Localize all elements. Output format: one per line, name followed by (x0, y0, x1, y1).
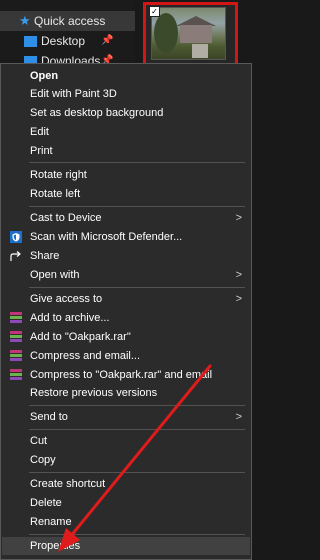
menu-item-label: Scan with Microsoft Defender... (30, 231, 183, 243)
menu-item-edit[interactable]: Edit (2, 123, 250, 141)
star-icon: ★ (19, 13, 31, 28)
selection-checkbox[interactable]: ✓ (149, 6, 160, 17)
menu-item-rotate-left[interactable]: Rotate left (2, 185, 250, 203)
nav-item-label: Quick access (34, 14, 106, 28)
winrar-icon (10, 331, 22, 343)
menu-item-label: Share (30, 250, 60, 262)
menu-item-label: Rename (30, 516, 72, 528)
menu-item-label: Give access to (30, 293, 103, 305)
menu-separator (29, 405, 245, 406)
menu-item-delete[interactable]: Delete (2, 494, 250, 512)
menu-item-label: Edit with Paint 3D (30, 88, 117, 100)
menu-item-label: Compress and email... (30, 350, 141, 362)
menu-item-rotate-right[interactable]: Rotate right (2, 166, 250, 184)
menu-item-share[interactable]: Share (2, 247, 250, 265)
menu-item-open-with[interactable]: Open with > (2, 266, 250, 284)
thumbnail-tree-shape (154, 13, 178, 53)
menu-item-label: Restore previous versions (30, 387, 158, 399)
menu-item-create-shortcut[interactable]: Create shortcut (2, 475, 250, 493)
menu-item-add-to-archive[interactable]: Add to archive... (2, 309, 250, 327)
menu-item-label: Properties (30, 540, 81, 552)
menu-item-give-access-to[interactable]: Give access to > (2, 290, 250, 308)
menu-item-label: Open with (30, 269, 80, 281)
menu-item-label: Open (30, 70, 59, 82)
menu-item-print[interactable]: Print (2, 142, 250, 160)
menu-item-label: Compress to "Oakpark.rar" and email (30, 369, 213, 381)
submenu-chevron-icon: > (235, 293, 242, 305)
winrar-icon (10, 312, 22, 324)
menu-item-label: Send to (30, 411, 68, 423)
submenu-chevron-icon: > (235, 269, 242, 281)
menu-separator (29, 534, 245, 535)
menu-item-add-to-oakpark-rar[interactable]: Add to "Oakpark.rar" (2, 328, 250, 346)
menu-item-label: Add to "Oakpark.rar" (30, 331, 131, 343)
menu-item-rename[interactable]: Rename (2, 513, 250, 531)
winrar-icon (10, 369, 22, 381)
nav-item-desktop[interactable]: Desktop 📌 (0, 31, 135, 51)
menu-item-label: Create shortcut (30, 478, 106, 490)
thumbnail-path-shape (192, 44, 208, 58)
screen: ★ Quick access Desktop 📌 Downloads 📌 ✓ O… (0, 0, 256, 560)
menu-item-open[interactable]: Open (2, 67, 250, 85)
menu-item-label: Print (30, 145, 53, 157)
menu-item-edit-with-paint-3d[interactable]: Edit with Paint 3D (2, 85, 250, 103)
menu-item-compress-to-oakpark-and-email[interactable]: Compress to "Oakpark.rar" and email (2, 366, 250, 384)
menu-item-label: Set as desktop background (30, 107, 164, 119)
menu-item-compress-and-email[interactable]: Compress and email... (2, 347, 250, 365)
menu-item-label: Cut (30, 435, 48, 447)
nav-item-label: Desktop (41, 34, 86, 48)
image-thumbnail (151, 7, 226, 60)
menu-separator (29, 162, 245, 163)
menu-item-set-as-desktop-background[interactable]: Set as desktop background (2, 104, 250, 122)
thumbnail-house-shape (180, 25, 212, 43)
menu-item-send-to[interactable]: Send to > (2, 408, 250, 426)
menu-item-copy[interactable]: Copy (2, 451, 250, 469)
menu-item-label: Edit (30, 126, 49, 138)
defender-shield-icon (10, 231, 22, 243)
menu-item-label: Rotate left (30, 188, 81, 200)
menu-item-label: Rotate right (30, 169, 87, 181)
menu-item-cut[interactable]: Cut (2, 432, 250, 450)
menu-separator (29, 287, 245, 288)
context-menu: Open Edit with Paint 3D Set as desktop b… (0, 63, 252, 560)
pin-icon: 📌 (101, 35, 114, 46)
menu-item-label: Cast to Device (30, 212, 102, 224)
menu-separator (29, 472, 245, 473)
winrar-icon (10, 350, 22, 362)
menu-item-label: Delete (30, 497, 62, 509)
menu-item-properties[interactable]: Properties (2, 537, 250, 555)
share-icon (10, 251, 21, 261)
menu-item-scan-with-defender[interactable]: Scan with Microsoft Defender... (2, 228, 250, 246)
menu-item-label: Copy (30, 454, 56, 466)
desktop-folder-icon (24, 36, 37, 47)
nav-item-quick-access[interactable]: ★ Quick access (0, 11, 135, 31)
menu-item-restore-previous-versions[interactable]: Restore previous versions (2, 384, 250, 402)
menu-separator (29, 206, 245, 207)
menu-separator (29, 429, 245, 430)
submenu-chevron-icon: > (235, 411, 242, 423)
menu-item-label: Add to archive... (30, 312, 110, 324)
submenu-chevron-icon: > (235, 212, 242, 224)
menu-item-cast-to-device[interactable]: Cast to Device > (2, 209, 250, 227)
